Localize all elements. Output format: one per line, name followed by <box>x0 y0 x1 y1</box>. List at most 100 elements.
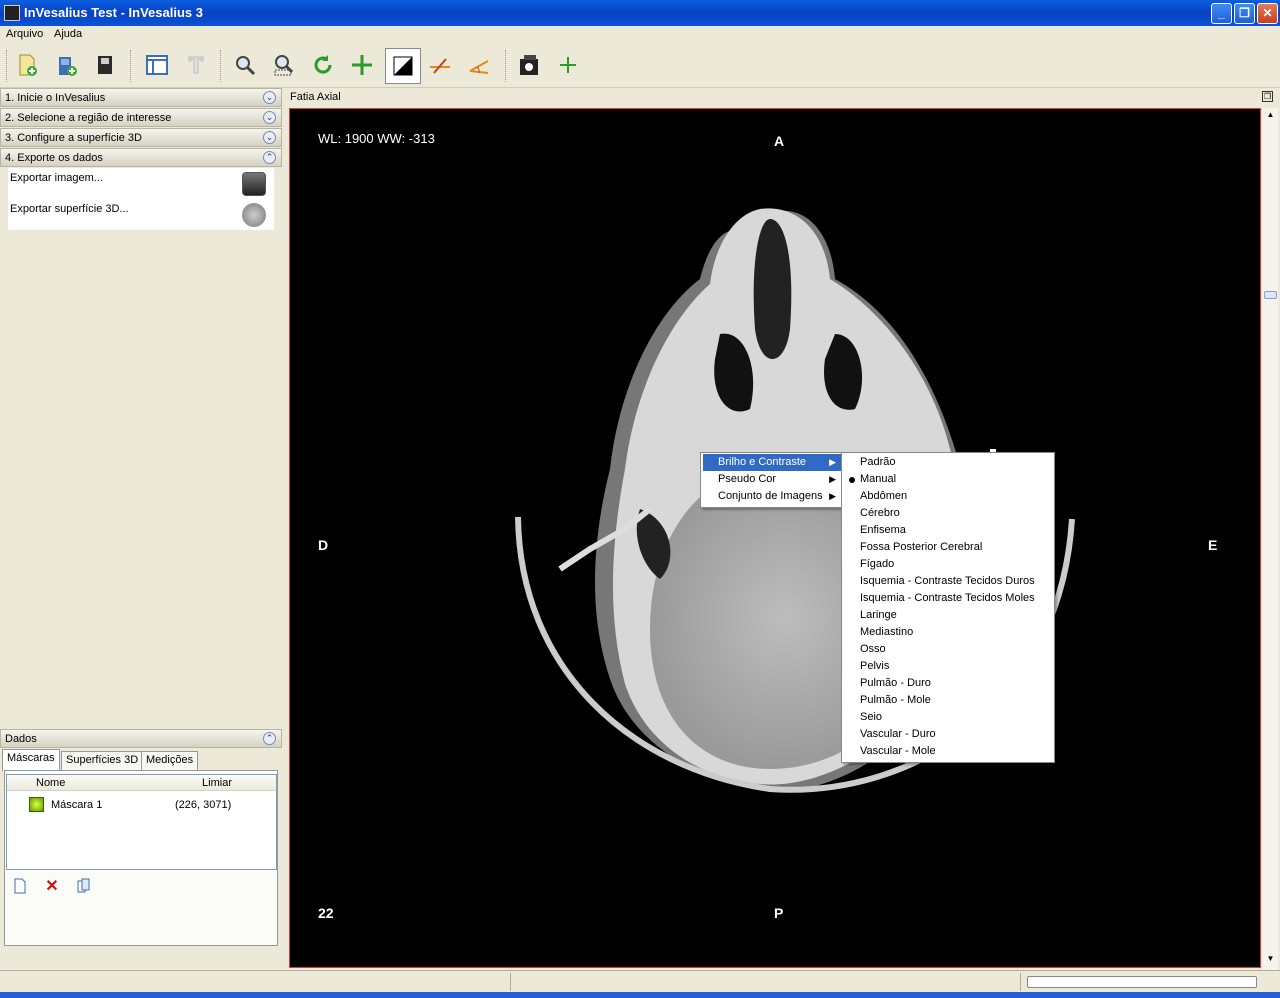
submenu-item-label: Laringe <box>860 609 897 621</box>
measure-angle-icon[interactable] <box>464 50 494 80</box>
submenu-item[interactable]: Fossa Posterior Cerebral <box>842 539 1054 556</box>
tab-superficies[interactable]: Superfícies 3D <box>61 751 144 770</box>
mask-color-swatch[interactable] <box>29 797 44 812</box>
submenu-item-label: Seio <box>860 711 883 723</box>
export-surface-link[interactable]: Exportar superfície 3D... <box>10 203 129 215</box>
submenu-item[interactable]: Cérebro <box>842 505 1054 522</box>
measure-linear-icon[interactable] <box>425 50 455 80</box>
menu-bar: Arquivo Ajuda <box>0 26 1280 44</box>
step-2-header[interactable]: 2. Selecione a região de interesse ⌄ <box>0 108 282 127</box>
ct-slice-image <box>515 208 1075 793</box>
wl-ww-readout: WL: 1900 WW: -313 <box>318 131 435 146</box>
column-header-color[interactable] <box>7 775 23 791</box>
window-title: InVesalius Test - InVesalius 3 <box>24 5 203 20</box>
layout-icon[interactable] <box>142 50 172 80</box>
slice-number: 22 <box>318 905 334 921</box>
menu-item-conjunto-imagens[interactable]: Conjunto de Imagens ▶ <box>703 488 842 505</box>
step-1-header[interactable]: 1. Inicie o InVesalius ⌄ <box>0 88 282 107</box>
scroll-thumb[interactable] <box>1264 291 1277 299</box>
export-surface-icon[interactable] <box>242 203 266 227</box>
import-icon[interactable] <box>12 50 42 80</box>
orientation-left: D <box>318 537 329 553</box>
submenu-item-label: Isquemia - Contraste Tecidos Duros <box>860 575 1035 587</box>
submenu-item[interactable]: Laringe <box>842 607 1054 624</box>
export-image-link[interactable]: Exportar imagem... <box>10 172 103 184</box>
menu-item-brilho-contraste[interactable]: Brilho e Contraste ▶ <box>703 454 842 471</box>
maximize-viewer-icon[interactable]: ❐ <box>1262 91 1273 102</box>
masks-table: Nome Limiar Máscara 1 (226, 3071) <box>6 774 277 870</box>
slice-scrollbar[interactable]: ▲ ▼ <box>1261 108 1278 970</box>
axial-slice-viewer[interactable]: WL: 1900 WW: -313 A P D E 22 <box>289 108 1261 968</box>
title-bar: InVesalius Test - InVesalius 3 _ ❐ ✕ <box>0 0 1280 26</box>
pan-icon[interactable] <box>347 50 377 80</box>
duplicate-mask-button[interactable] <box>73 875 95 897</box>
radio-selected-icon <box>849 477 855 483</box>
scroll-up-arrow[interactable]: ▲ <box>1264 110 1277 123</box>
chevron-up-icon: ⌃ <box>263 732 276 745</box>
submenu-item[interactable]: Seio <box>842 709 1054 726</box>
submenu-item[interactable]: Pulmão - Mole <box>842 692 1054 709</box>
status-divider <box>1020 973 1021 991</box>
column-header-filler <box>264 775 276 791</box>
delete-mask-button[interactable]: ✕ <box>41 875 63 897</box>
step-3-header[interactable]: 3. Configure a superfície 3D ⌄ <box>0 128 282 147</box>
tab-mascaras[interactable]: Máscaras <box>2 749 60 771</box>
rotate-icon[interactable] <box>308 50 338 80</box>
tab-medicoes[interactable]: Medições <box>141 751 199 770</box>
toolbar-separator <box>6 50 8 82</box>
submenu-item[interactable]: Isquemia - Contraste Tecidos Duros <box>842 573 1054 590</box>
submenu-item[interactable]: Pelvis <box>842 658 1054 675</box>
submenu-item-label: Osso <box>860 643 886 655</box>
minimize-button[interactable]: _ <box>1211 3 1232 24</box>
submenu-item[interactable]: Padrão <box>842 454 1054 471</box>
submenu-item[interactable]: Pulmão - Duro <box>842 675 1054 692</box>
mask-name[interactable]: Máscara 1 <box>51 799 102 811</box>
open-icon[interactable] <box>52 50 82 80</box>
zoom-select-icon[interactable] <box>269 50 299 80</box>
restore-button[interactable]: ❐ <box>1234 3 1255 24</box>
add-icon[interactable] <box>553 50 583 80</box>
submenu-arrow-icon: ▶ <box>829 457 836 467</box>
column-header-name[interactable]: Nome <box>23 775 147 791</box>
submenu-item[interactable]: Mediastino <box>842 624 1054 641</box>
submenu-item-label: Fossa Posterior Cerebral <box>860 541 983 553</box>
submenu-item[interactable]: Osso <box>842 641 1054 658</box>
menu-arquivo[interactable]: Arquivo <box>6 28 43 40</box>
submenu-item-label: Mediastino <box>860 626 914 638</box>
scroll-down-arrow[interactable]: ▼ <box>1264 954 1277 967</box>
zoom-icon[interactable] <box>230 50 260 80</box>
submenu-item-label: Padrão <box>860 456 896 468</box>
toolbar <box>0 44 1280 88</box>
submenu-item[interactable]: Vascular - Duro <box>842 726 1054 743</box>
contrast-icon[interactable] <box>385 48 421 84</box>
submenu-item[interactable]: Enfisema <box>842 522 1054 539</box>
menu-ajuda[interactable]: Ajuda <box>54 28 82 40</box>
toolbar-separator <box>130 50 132 82</box>
submenu-item[interactable]: Fígado <box>842 556 1054 573</box>
viewer-header: Fatia Axial ❐ <box>286 88 1280 108</box>
dados-header[interactable]: Dados ⌃ <box>0 729 282 748</box>
step-4-header[interactable]: 4. Exporte os dados ⌃ <box>0 148 282 167</box>
submenu-item-label: Vascular - Duro <box>860 728 936 740</box>
viewer-title: Fatia Axial <box>290 91 341 103</box>
submenu-item-label: Pulmão - Mole <box>860 694 931 706</box>
submenu-item[interactable]: Manual <box>842 471 1054 488</box>
close-button[interactable]: ✕ <box>1257 3 1278 24</box>
save-icon[interactable] <box>90 50 120 80</box>
submenu-item-label: Pelvis <box>860 660 890 672</box>
column-header-threshold[interactable]: Limiar <box>147 775 264 791</box>
submenu-item-label: Pulmão - Duro <box>860 677 931 689</box>
new-mask-button[interactable] <box>9 875 31 897</box>
orientation-top: A <box>774 133 785 149</box>
menu-item-pseudo-cor[interactable]: Pseudo Cor ▶ <box>703 471 842 488</box>
app-icon <box>4 5 20 21</box>
submenu-item[interactable]: Vascular - Mole <box>842 743 1054 760</box>
submenu-item[interactable]: Isquemia - Contraste Tecidos Moles <box>842 590 1054 607</box>
export-image-icon[interactable] <box>242 172 266 196</box>
toolbar-separator <box>220 50 222 82</box>
text-icon[interactable] <box>181 50 211 80</box>
submenu-item[interactable]: Abdômen <box>842 488 1054 505</box>
submenu-arrow-icon: ▶ <box>829 474 836 484</box>
submenu-item-label: Isquemia - Contraste Tecidos Moles <box>860 592 1035 604</box>
snapshot-icon[interactable] <box>515 50 545 80</box>
